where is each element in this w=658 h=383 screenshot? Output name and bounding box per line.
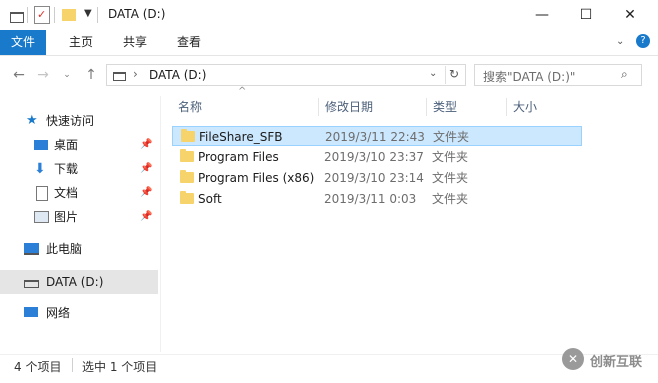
minimize-button[interactable]: — xyxy=(520,0,564,30)
nav-label: 桌面 xyxy=(54,138,79,152)
nav-label: 快速访问 xyxy=(46,114,95,128)
nav-label: 图片 xyxy=(54,210,79,224)
download-icon: ⬇ xyxy=(34,161,46,177)
navigation-pane: ★ 快速访问 桌面 📌 ⬇ 下载 📌 文档 📌 图片 📌 此电脑 DATA (D… xyxy=(0,96,160,352)
up-icon[interactable]: ↑ xyxy=(82,66,100,84)
help-icon[interactable]: ? xyxy=(636,34,650,48)
nav-label: DATA (D:) xyxy=(46,275,104,289)
column-divider[interactable] xyxy=(426,98,427,116)
forward-icon[interactable]: → xyxy=(34,66,52,84)
file-row-fileshare-sfb[interactable]: FileShare_SFB 2019/3/11 22:43 文件夹 xyxy=(172,126,582,146)
file-name: Program Files xyxy=(198,150,279,164)
tab-home[interactable]: 主页 xyxy=(58,30,104,55)
folder-icon xyxy=(181,129,195,142)
window-title: DATA (D:) xyxy=(108,7,166,21)
tab-share[interactable]: 共享 xyxy=(112,30,158,55)
file-modified: 2019/3/11 22:43 xyxy=(325,130,425,144)
nav-this-pc[interactable]: 此电脑 xyxy=(0,238,158,260)
drive-icon xyxy=(113,72,126,81)
tab-file[interactable]: 文件 xyxy=(0,30,47,55)
watermark-logo: ✕ 创新互联 xyxy=(562,346,652,376)
divider xyxy=(97,7,98,23)
folder-icon xyxy=(180,191,194,204)
nav-item-documents[interactable]: 文档 📌 xyxy=(0,182,158,204)
close-button[interactable]: ✕ xyxy=(608,0,652,30)
pin-icon: 📌 xyxy=(140,211,153,222)
column-header-modified[interactable]: 修改日期 xyxy=(325,96,373,118)
column-header-size[interactable]: 大小 xyxy=(513,96,537,118)
file-type: 文件夹 xyxy=(432,150,469,164)
properties-icon[interactable]: ✓ xyxy=(34,6,50,24)
nav-item-downloads[interactable]: ⬇ 下载 📌 xyxy=(0,158,158,180)
pane-divider[interactable] xyxy=(160,96,161,352)
status-item-count: 4 个项目 xyxy=(14,360,62,374)
back-icon[interactable]: ← xyxy=(10,66,28,84)
column-divider[interactable] xyxy=(318,98,319,116)
file-name: Soft xyxy=(198,192,222,206)
file-modified: 2019/3/11 0:03 xyxy=(324,192,417,206)
ribbon-tabs: 文件 主页 共享 查看 ⌄ ? xyxy=(0,30,658,56)
sort-arrow-icon: ^ xyxy=(238,86,247,97)
file-type: 文件夹 xyxy=(433,130,470,144)
customize-toolbar-icon[interactable]: ▼ xyxy=(84,8,92,19)
title-bar: ✓ ▼ DATA (D:) — ☐ ✕ xyxy=(0,0,658,30)
network-icon xyxy=(24,307,38,317)
expand-ribbon-icon[interactable]: ⌄ xyxy=(616,36,624,47)
divider xyxy=(54,7,55,23)
column-header-name[interactable]: 名称 xyxy=(178,96,202,118)
recent-locations-icon[interactable]: ⌄ xyxy=(58,66,76,84)
new-folder-icon[interactable] xyxy=(62,9,76,21)
pin-icon: 📌 xyxy=(140,139,153,150)
file-name: FileShare_SFB xyxy=(199,130,283,144)
nav-label: 此电脑 xyxy=(46,242,83,256)
column-header-type[interactable]: 类型 xyxy=(433,96,457,118)
watermark-icon: ✕ xyxy=(562,348,584,370)
file-type: 文件夹 xyxy=(432,192,469,206)
nav-network[interactable]: 网络 xyxy=(0,302,158,324)
drive-icon xyxy=(24,280,39,288)
nav-item-desktop[interactable]: 桌面 📌 xyxy=(0,134,158,156)
folder-icon xyxy=(180,170,194,183)
maximize-button[interactable]: ☐ xyxy=(564,0,608,30)
search-input[interactable]: 搜索"DATA (D:)" ⌕ xyxy=(474,64,642,86)
divider xyxy=(72,358,73,372)
tab-view[interactable]: 查看 xyxy=(166,30,212,55)
divider xyxy=(445,66,446,84)
status-selection-count: 选中 1 个项目 xyxy=(82,360,158,374)
nav-item-pictures[interactable]: 图片 📌 xyxy=(0,206,158,228)
breadcrumb-drive[interactable]: DATA (D:) xyxy=(149,68,206,82)
nav-drive-d[interactable]: DATA (D:) xyxy=(0,270,158,294)
star-icon: ★ xyxy=(26,113,38,128)
file-row-soft[interactable]: Soft 2019/3/11 0:03 文件夹 xyxy=(172,189,582,209)
nav-label: 网络 xyxy=(46,306,71,320)
pin-icon: 📌 xyxy=(140,163,153,174)
search-placeholder: 搜索"DATA (D:)" xyxy=(483,70,576,84)
nav-quick-access[interactable]: ★ 快速访问 xyxy=(0,110,158,132)
file-modified: 2019/3/10 23:37 xyxy=(324,150,424,164)
search-icon[interactable]: ⌕ xyxy=(621,67,628,82)
column-divider[interactable] xyxy=(506,98,507,116)
breadcrumb-chevron-icon[interactable]: › xyxy=(133,67,138,81)
file-row-program-files[interactable]: Program Files 2019/3/10 23:37 文件夹 xyxy=(172,147,582,167)
address-bar[interactable]: › DATA (D:) ⌄ ↻ xyxy=(106,64,466,86)
refresh-icon[interactable]: ↻ xyxy=(449,67,459,81)
computer-icon xyxy=(24,243,39,255)
file-modified: 2019/3/10 23:14 xyxy=(324,171,424,185)
nav-label: 文档 xyxy=(54,186,79,200)
watermark-text: 创新互联 xyxy=(590,355,643,370)
desktop-icon xyxy=(34,140,48,150)
folder-icon xyxy=(180,149,194,162)
nav-label: 下载 xyxy=(54,162,79,176)
file-row-program-files-x86[interactable]: Program Files (x86) 2019/3/10 23:14 文件夹 xyxy=(172,168,582,188)
drive-icon xyxy=(10,12,24,23)
divider xyxy=(27,7,28,23)
picture-icon xyxy=(34,211,49,223)
file-name: Program Files (x86) xyxy=(198,171,315,185)
file-type: 文件夹 xyxy=(432,171,469,185)
address-dropdown-icon[interactable]: ⌄ xyxy=(429,68,437,79)
document-icon xyxy=(36,186,48,201)
pin-icon: 📌 xyxy=(140,187,153,198)
